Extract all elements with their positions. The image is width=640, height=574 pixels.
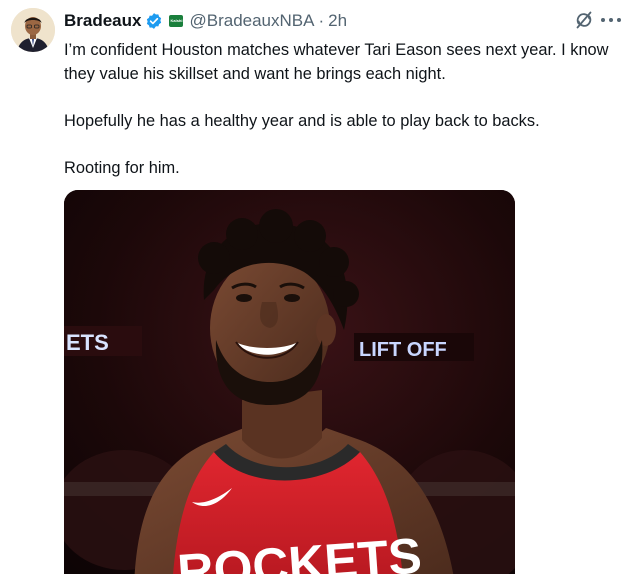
more-dot [601,18,605,22]
more-options-icon[interactable] [601,18,621,24]
avatar-image [11,8,55,52]
tweet-text: I’m confident Houston matches whatever T… [64,38,624,180]
tweet-media-photo[interactable]: ETS LIFT OFF ROCKETS [64,190,515,574]
affiliate-badge-icon[interactable]: Kalshi [169,15,184,27]
author-handle[interactable]: @BradeauxNBA [189,11,314,31]
tweet-paragraph: Rooting for him. [64,159,180,177]
arena-banner-left: ETS [66,330,109,355]
separator-dot: · [318,11,325,30]
tweet-timestamp[interactable]: 2h [328,11,347,31]
more-dot [617,18,621,22]
author-avatar[interactable] [11,8,55,52]
tweet-paragraph: Hopefully he has a healthy year and is a… [64,112,540,130]
affiliate-badge-text: Kalshi [170,18,183,23]
tweet-paragraph: I’m confident Houston matches whatever T… [64,41,609,83]
player-photo: ETS LIFT OFF ROCKETS [64,190,515,574]
arena-banner-right: LIFT OFF [359,339,447,361]
grok-icon[interactable] [574,10,594,30]
verified-badge-icon[interactable] [145,12,163,30]
author-name[interactable]: Bradeaux [64,11,141,31]
more-dot [609,18,613,22]
tweet-header: Bradeaux Kalshi @BradeauxNBA · 2h [64,10,347,32]
